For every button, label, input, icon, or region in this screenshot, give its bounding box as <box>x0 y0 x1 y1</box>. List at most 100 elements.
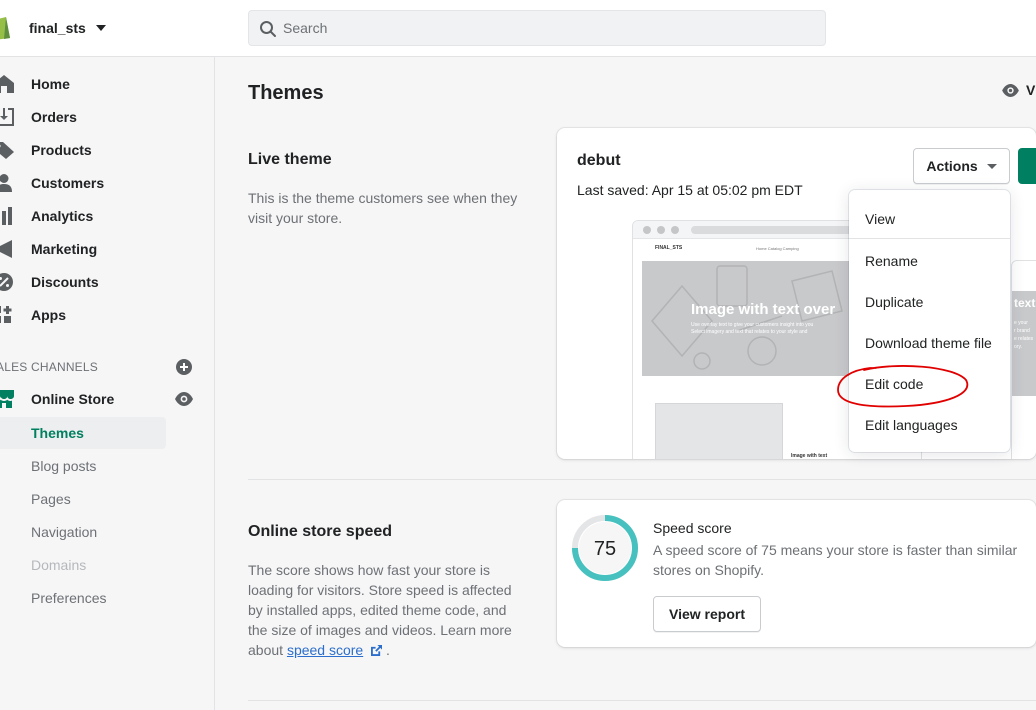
sidebar: Home Orders Products Customers Analytics… <box>0 57 215 710</box>
orders-icon <box>0 108 14 126</box>
customize-button[interactable] <box>1018 148 1036 184</box>
store-icon <box>0 390 14 408</box>
sidebar-item-products[interactable]: Products <box>0 135 215 165</box>
sidebar-item-orders[interactable]: Orders <box>0 102 215 132</box>
preview-brand: FINAL_STS <box>655 245 683 251</box>
preview-mobile-subtext-line: e your <box>1014 320 1028 326</box>
preview-mobile-subtext-line: ory. <box>1014 344 1022 350</box>
preview-hero-subtext-line: Select imagery and text that relates to … <box>691 329 808 335</box>
sidebar-item-label: Apps <box>31 307 66 323</box>
sidebar-subitem-label: Preferences <box>31 590 107 606</box>
preview-window-dot <box>671 226 679 234</box>
sidebar-subitem-blog-posts[interactable]: Blog posts <box>0 450 166 482</box>
menu-item-view[interactable]: View <box>849 202 1010 234</box>
speed-heading: Online store speed <box>248 523 393 540</box>
bar-chart-icon <box>2 207 12 225</box>
store-name: final_sts <box>29 20 86 36</box>
menu-item-edit-code[interactable]: Edit code <box>849 367 1010 399</box>
sidebar-item-label: Analytics <box>31 208 94 224</box>
sidebar-subitem-preferences[interactable]: Preferences <box>0 582 166 614</box>
actions-menu: View Rename Duplicate Download theme fil… <box>849 190 1010 452</box>
sidebar-item-label: Marketing <box>31 241 98 257</box>
sidebar-item-label: Orders <box>31 109 77 125</box>
preview-window-dot <box>657 226 665 234</box>
sales-channels-heading: ALES CHANNELS <box>0 360 98 374</box>
sidebar-subitem-navigation[interactable]: Navigation <box>0 516 166 548</box>
external-link-icon[interactable] <box>371 645 383 656</box>
menu-item-label: Rename <box>865 253 918 269</box>
sidebar-subitem-themes[interactable]: Themes <box>0 417 166 449</box>
menu-item-duplicate[interactable]: Duplicate <box>849 285 1010 317</box>
megaphone-icon <box>0 240 12 258</box>
sidebar-subitem-label: Pages <box>31 491 71 507</box>
sidebar-item-label: Home <box>31 76 70 92</box>
speed-description-end: . <box>382 642 390 658</box>
actions-button-label: Actions <box>926 158 978 174</box>
sidebar-item-customers[interactable]: Customers <box>0 168 215 198</box>
add-sales-channel-button[interactable] <box>176 359 192 375</box>
menu-item-label: Download theme file <box>865 335 992 351</box>
sidebar-subitem-label: Domains <box>31 557 87 573</box>
page-title: Themes <box>248 82 324 104</box>
menu-item-label: Duplicate <box>865 294 924 310</box>
menu-item-edit-languages[interactable]: Edit languages <box>849 408 1010 440</box>
preview-mobile-subtext: e your r brand e relates ory. <box>1014 319 1033 351</box>
speed-description: The score shows how fast your store is l… <box>248 560 520 660</box>
preview-window-dot <box>643 226 651 234</box>
speed-score-link[interactable]: speed score <box>287 642 363 658</box>
caret-down-icon <box>95 25 106 31</box>
theme-preview-mobile[interactable]: text e your r brand e relates ory. <box>1011 260 1036 459</box>
actions-button[interactable]: Actions <box>913 148 1010 184</box>
sidebar-subitem-label: Blog posts <box>31 458 97 474</box>
sidebar-subitem-pages[interactable]: Pages <box>0 483 166 515</box>
view-store-label: Vi <box>1026 82 1036 98</box>
view-store-link[interactable]: Vi <box>1002 82 1036 98</box>
preview-mobile-subtext-line: r brand <box>1014 328 1030 334</box>
view-online-store-eye-icon[interactable] <box>175 392 193 406</box>
preview-caption: Image with text <box>791 453 828 459</box>
eye-icon <box>1002 83 1019 97</box>
menu-item-rename[interactable]: Rename <box>849 244 1010 276</box>
last-saved-text: Last saved: Apr 15 at 05:02 pm EDT <box>577 182 803 198</box>
sidebar-item-analytics[interactable]: Analytics <box>0 201 215 231</box>
home-icon <box>0 75 14 93</box>
live-theme-description: This is the theme customers see when the… <box>248 190 518 226</box>
sidebar-item-marketing[interactable]: Marketing <box>0 234 215 264</box>
theme-name: debut <box>577 152 621 169</box>
menu-item-label: View <box>865 211 896 227</box>
view-report-button[interactable]: View report <box>653 596 761 632</box>
preview-hero-heading: Image with text over <box>691 301 836 318</box>
search-bar[interactable] <box>248 10 826 46</box>
search-input[interactable] <box>283 11 803 45</box>
speed-score-value: 75 <box>593 538 617 560</box>
sidebar-subitem-label: Navigation <box>31 524 98 540</box>
preview-hero-subtext: Use overlay text to give your customers … <box>691 322 813 336</box>
sidebar-item-discounts[interactable]: Discounts <box>0 267 215 297</box>
sidebar-subitem-domains: Domains <box>0 549 166 581</box>
preview-mobile-heading: text <box>1014 296 1036 310</box>
preview-image-placeholder <box>655 403 783 459</box>
sidebar-item-label: Discounts <box>31 274 99 290</box>
preview-hero-subtext-line: Use overlay text to give your customers … <box>691 322 814 328</box>
apps-icon <box>0 306 12 323</box>
sidebar-item-home[interactable]: Home <box>0 69 215 99</box>
sidebar-item-apps[interactable]: Apps <box>0 300 215 330</box>
menu-divider <box>849 238 1010 239</box>
shopify-logo-icon <box>0 17 10 40</box>
sidebar-item-label: Customers <box>31 175 105 191</box>
speed-score-title: Speed score <box>653 520 732 536</box>
caret-down-icon <box>986 163 997 169</box>
live-theme-heading: Live theme <box>248 151 332 168</box>
sidebar-item-label: Products <box>31 142 92 158</box>
person-icon <box>0 174 12 192</box>
section-divider <box>248 479 1036 480</box>
menu-item-download-theme-file[interactable]: Download theme file <box>849 326 1010 358</box>
store-switcher[interactable]: final_sts <box>29 20 106 36</box>
preview-nav-links: Home Catalog Camping <box>756 246 799 251</box>
sidebar-item-label: Online Store <box>31 391 115 407</box>
speed-score-description: A speed score of 75 means your store is … <box>653 542 1018 578</box>
top-bar: final_sts <box>0 0 1036 57</box>
discount-icon <box>0 273 13 291</box>
menu-item-label: Edit code <box>865 376 924 392</box>
speed-score-card: 75 Speed score A speed score of 75 means… <box>557 500 1036 647</box>
